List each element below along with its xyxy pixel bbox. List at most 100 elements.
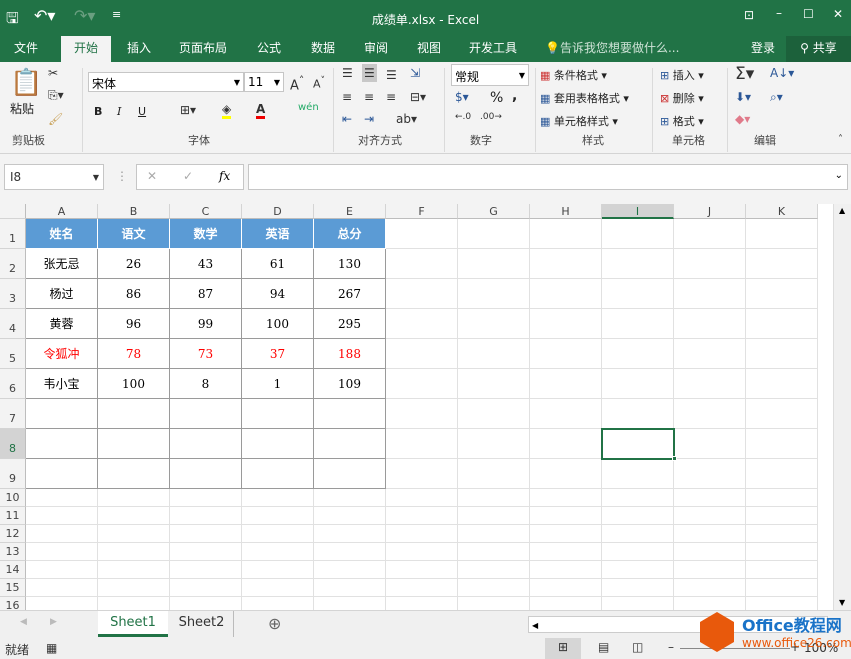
cell-K12[interactable] <box>746 525 818 543</box>
fill-handle[interactable] <box>672 456 677 461</box>
decrease-decimal-icon[interactable]: .00→ <box>480 112 502 122</box>
cell-K6[interactable] <box>746 369 818 399</box>
cell-G13[interactable] <box>458 543 530 561</box>
phonetic-icon[interactable]: wén <box>298 102 319 113</box>
row-header-9[interactable]: 9 <box>0 459 26 489</box>
cell-F9[interactable] <box>386 459 458 489</box>
cell-C7[interactable] <box>170 399 242 429</box>
cell-I14[interactable] <box>602 561 674 579</box>
cell-B3[interactable]: 86 <box>98 279 170 309</box>
row-header-15[interactable]: 15 <box>0 579 26 597</box>
insert-function-icon[interactable]: fx <box>219 169 230 183</box>
insert-cells-button[interactable]: ⊞ 插入 ▾ <box>660 67 704 83</box>
cell-G8[interactable] <box>458 429 530 459</box>
page-layout-view-icon[interactable]: ▤ <box>598 640 609 654</box>
cell-E12[interactable] <box>314 525 386 543</box>
cell-I1[interactable] <box>602 219 674 249</box>
cell-H1[interactable] <box>530 219 602 249</box>
underline-button[interactable]: U <box>138 105 146 118</box>
cell-G12[interactable] <box>458 525 530 543</box>
wrap-text-icon[interactable]: ⇲ <box>410 66 420 80</box>
accounting-format-icon[interactable]: $▾ <box>455 90 469 104</box>
column-header-G[interactable]: G <box>458 204 530 219</box>
font-size-select[interactable]: 11 ▼ <box>244 72 284 92</box>
cell-D9[interactable] <box>242 459 314 489</box>
column-header-F[interactable]: F <box>386 204 458 219</box>
cell-F7[interactable] <box>386 399 458 429</box>
row-header-16[interactable]: 16 <box>0 597 26 610</box>
row-header-14[interactable]: 14 <box>0 561 26 579</box>
cell-F10[interactable] <box>386 489 458 507</box>
cell-K10[interactable] <box>746 489 818 507</box>
cell-A7[interactable] <box>26 399 98 429</box>
cell-D5[interactable]: 37 <box>242 339 314 369</box>
page-break-view-icon[interactable]: ◫ <box>632 640 643 654</box>
cell-I6[interactable] <box>602 369 674 399</box>
cell-C5[interactable]: 73 <box>170 339 242 369</box>
cell-D10[interactable] <box>242 489 314 507</box>
paste-button[interactable]: 粘贴 <box>10 100 34 117</box>
cell-G9[interactable] <box>458 459 530 489</box>
column-header-A[interactable]: A <box>26 204 98 219</box>
cell-G2[interactable] <box>458 249 530 279</box>
cell-J10[interactable] <box>674 489 746 507</box>
increase-indent-icon[interactable]: ⇥ <box>364 112 374 126</box>
cell-H12[interactable] <box>530 525 602 543</box>
minimize-icon[interactable]: – <box>776 6 782 20</box>
tab-formulas[interactable]: 公式 <box>248 36 290 62</box>
enter-icon[interactable]: ✓ <box>183 169 193 183</box>
row-header-12[interactable]: 12 <box>0 525 26 543</box>
cell-C16[interactable] <box>170 597 242 610</box>
cell-B1[interactable]: 语文 <box>98 219 170 249</box>
cell-C13[interactable] <box>170 543 242 561</box>
tab-file[interactable]: 文件 <box>0 36 52 62</box>
cell-H2[interactable] <box>530 249 602 279</box>
sort-filter-icon[interactable]: A↓▾ <box>770 66 794 80</box>
decrease-font-icon[interactable]: A˅ <box>313 75 325 91</box>
cell-E16[interactable] <box>314 597 386 610</box>
cell-D12[interactable] <box>242 525 314 543</box>
delete-cells-button[interactable]: ⊠ 删除 ▾ <box>660 90 704 106</box>
cell-C9[interactable] <box>170 459 242 489</box>
cell-D2[interactable]: 61 <box>242 249 314 279</box>
cell-H15[interactable] <box>530 579 602 597</box>
row-header-3[interactable]: 3 <box>0 279 26 309</box>
cell-E9[interactable] <box>314 459 386 489</box>
cell-K4[interactable] <box>746 309 818 339</box>
cell-B5[interactable]: 78 <box>98 339 170 369</box>
scroll-left-icon[interactable]: ◀ <box>529 621 538 630</box>
row-header-2[interactable]: 2 <box>0 249 26 279</box>
cell-J15[interactable] <box>674 579 746 597</box>
tab-page-layout[interactable]: 页面布局 <box>170 36 236 62</box>
column-header-E[interactable]: E <box>314 204 386 219</box>
column-header-J[interactable]: J <box>674 204 746 219</box>
name-box[interactable]: I8 ▼ <box>4 164 104 190</box>
cell-J11[interactable] <box>674 507 746 525</box>
cell-I15[interactable] <box>602 579 674 597</box>
sheet-tab-sheet1[interactable]: Sheet1 <box>98 611 168 637</box>
font-color-icon[interactable]: A <box>256 102 266 119</box>
cell-D4[interactable]: 100 <box>242 309 314 339</box>
maximize-icon[interactable]: ☐ <box>803 7 814 21</box>
align-middle-icon[interactable]: ☰ <box>362 64 377 82</box>
conditional-format-button[interactable]: ▦ 条件格式 ▾ <box>540 67 607 83</box>
row-header-5[interactable]: 5 <box>0 339 26 369</box>
cell-H16[interactable] <box>530 597 602 610</box>
tab-data[interactable]: 数据 <box>302 36 344 62</box>
cell-J9[interactable] <box>674 459 746 489</box>
cell-G16[interactable] <box>458 597 530 610</box>
clear-icon[interactable]: ◆▾ <box>735 112 750 126</box>
cell-I9[interactable] <box>602 459 674 489</box>
cut-icon[interactable]: ✂ <box>48 66 58 80</box>
add-sheet-icon[interactable]: ⊕ <box>268 614 281 633</box>
cell-A12[interactable] <box>26 525 98 543</box>
italic-button[interactable]: I <box>117 105 121 118</box>
cell-G14[interactable] <box>458 561 530 579</box>
cell-A5[interactable]: 令狐冲 <box>26 339 98 369</box>
cell-F1[interactable] <box>386 219 458 249</box>
row-header-8[interactable]: 8 <box>0 429 26 459</box>
tab-view[interactable]: 视图 <box>408 36 450 62</box>
cell-K11[interactable] <box>746 507 818 525</box>
column-header-C[interactable]: C <box>170 204 242 219</box>
cell-A8[interactable] <box>26 429 98 459</box>
